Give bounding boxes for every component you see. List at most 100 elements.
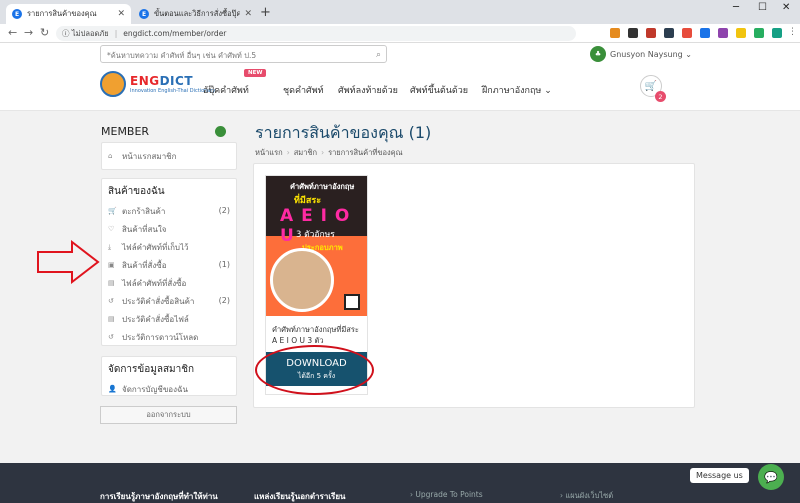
menu-item-practice-english[interactable]: ฝึกภาษาอังกฤษ ⌄ [482, 83, 552, 97]
manage-account-panel: จัดการข้อมูลสมาชิก 👤 จัดการบัญชีของฉัน [101, 356, 237, 396]
annotation-circle [255, 345, 374, 395]
menu-item-prefix-words[interactable]: ศัพท์ขึ้นต้นด้วย [410, 83, 468, 97]
qr-code-icon [344, 294, 360, 310]
close-window-button[interactable]: ✕ [782, 2, 790, 13]
extension-icon[interactable] [610, 28, 620, 38]
user-icon: 👤 [108, 385, 117, 393]
sidebar-item-label: ตะกร้าสินค้า [122, 206, 166, 216]
sidebar-item-label: สินค้าที่สั่งซื้อ [122, 260, 167, 270]
message-us-label[interactable]: Message us [690, 468, 749, 483]
sidebar-item-download-history[interactable]: ↺ ประวัติการดาวน์โหลด [102, 328, 236, 346]
menu-item-bookshelf[interactable]: อัปุ๊คคำศัพท์ [203, 83, 249, 97]
sidebar-item-ordered-products[interactable]: ▣ สินค้าที่สั่งซื้อ (1) [102, 256, 236, 274]
tab-title: รายการสินค้าของคุณ [27, 9, 97, 18]
menu-item-vocab-sets[interactable]: ชุดคำศัพท์ [283, 83, 324, 97]
url-bar[interactable]: ⓘ ไม่ปลอดภัย | engdict.com/member/order [56, 26, 576, 41]
tab-title: ขั้นตอนและวิธีการสั่งซื้อปุ๊ค [154, 9, 241, 18]
site-search-row: *ค้นหาบทความ คำศัพท์ อื่นๆ เช่น คำศัพท์ … [0, 43, 800, 65]
product-name[interactable]: คำศัพท์ภาษาอังกฤษที่มีสระ A E I O U 3 ตั… [272, 324, 364, 346]
cover-line: 3 ตัวอักษร [296, 230, 335, 240]
footer-link-upgrade[interactable]: › Upgrade To Points [410, 490, 483, 499]
new-tab-button[interactable]: + [260, 5, 271, 20]
history-icon: ↺ [108, 297, 114, 305]
extension-icon[interactable] [700, 28, 710, 38]
favicon-icon: E [139, 9, 149, 19]
sidebar-item-label: ประวัติคำสั่งซื้อไฟล์ [122, 314, 189, 324]
chevron-down-icon: ⌄ [682, 49, 693, 59]
sidebar-item-label: ประวัติการดาวน์โหลด [122, 332, 199, 342]
annotation-arrow-icon [37, 240, 100, 284]
chat-bubble-icon[interactable]: 💬 [758, 464, 784, 490]
sidebar-item-saved-files[interactable]: ⤓ ไฟล์คำศัพท์ที่เก็บไว้ [102, 238, 236, 256]
site-search-input[interactable]: *ค้นหาบทความ คำศัพท์ อื่นๆ เช่น คำศัพท์ … [100, 45, 387, 63]
sidebar-item-order-history[interactable]: ↺ ประวัติคำสั่งซื้อสินค้า (2) [102, 292, 236, 310]
extension-icon[interactable] [682, 28, 692, 38]
sidebar-item-member-home[interactable]: ⌂ หน้าแรกสมาชิก [102, 143, 236, 169]
sidebar-item-manage-account[interactable]: 👤 จัดการบัญชีของฉัน [102, 380, 236, 398]
item-count: (2) [218, 296, 230, 305]
bag-icon: ▣ [108, 261, 115, 269]
footer-link-sitemap[interactable]: › แผนผังเว็บไซต์ [560, 490, 613, 502]
member-home-panel: ⌂ หน้าแรกสมาชิก [101, 142, 237, 170]
security-label: ไม่ปลอดภัย [71, 28, 109, 38]
item-count: (2) [218, 206, 230, 215]
browser-tab[interactable]: E ขั้นตอนและวิธีการสั่งซื้อปุ๊ค ✕ [133, 4, 258, 24]
maximize-button[interactable]: ☐ [758, 2, 767, 13]
extension-icon[interactable] [754, 28, 764, 38]
close-tab-icon[interactable]: ✕ [117, 9, 125, 19]
site-logo[interactable]: ENGDICT Innovation English-Thai Dictiona… [100, 71, 215, 97]
logo-mascot-icon [100, 71, 126, 97]
favicon-icon: E [12, 9, 22, 19]
search-placeholder: *ค้นหาบทความ คำศัพท์ อื่นๆ เช่น คำศัพท์ … [107, 51, 257, 60]
close-tab-icon[interactable]: ✕ [244, 9, 252, 19]
sidebar-item-label: ประวัติคำสั่งซื้อสินค้า [122, 296, 195, 306]
sidebar-item-label: หน้าแรกสมาชิก [122, 151, 177, 161]
browser-tab-bar: E รายการสินค้าของคุณ ✕ E ขั้นตอนและวิธีก… [0, 0, 800, 24]
breadcrumb-member[interactable]: สมาชิก [294, 148, 317, 157]
sidebar-item-file-order-history[interactable]: ▤ ประวัติคำสั่งซื้อไฟล์ [102, 310, 236, 328]
user-menu[interactable]: ♣ Gnusyon Naysung ⌄ [590, 46, 692, 62]
user-name: Gnusyon Naysung [610, 49, 683, 59]
download-icon: ⤓ [108, 242, 112, 251]
reload-icon[interactable]: ↻ [40, 26, 49, 39]
chrome-menu-icon[interactable]: ⋮ [788, 27, 797, 37]
address-bar-row: ← → ↻ ⓘ ไม่ปลอดภัย | engdict.com/member/… [0, 24, 800, 43]
info-icon: ⓘ [62, 29, 72, 38]
url-separator: | [114, 29, 118, 38]
panel-title: สินค้าของฉัน [108, 186, 165, 197]
browser-tab-active[interactable]: E รายการสินค้าของคุณ ✕ [6, 4, 131, 24]
sidebar-item-cart[interactable]: 🛒 ตะกร้าสินค้า (2) [102, 202, 236, 220]
sidebar-item-label: ไฟล์คำศัพท์ที่เก็บไว้ [122, 242, 189, 252]
new-badge: NEW [244, 69, 267, 77]
minimize-button[interactable]: ─ [733, 2, 739, 13]
extension-icon[interactable] [628, 28, 638, 38]
url-text: engdict.com/member/order [123, 29, 227, 38]
extension-icon[interactable] [718, 28, 728, 38]
menu-item-suffix-words[interactable]: ศัพท์ลงท้ายด้วย [338, 83, 398, 97]
extension-icon[interactable] [736, 28, 746, 38]
breadcrumb-home[interactable]: หน้าแรก [255, 148, 283, 157]
my-products-panel: สินค้าของฉัน 🛒 ตะกร้าสินค้า (2) ♡ สินค้าที่… [101, 178, 237, 346]
sidebar-item-label: จัดการบัญชีของฉัน [122, 384, 188, 394]
extension-icon[interactable] [664, 28, 674, 38]
sidebar-item-wishlist[interactable]: ♡ สินค้าที่สนใจ [102, 220, 236, 238]
footer-col-learning: การเรียนรู้ภาษาอังกฤษที่ทำให้ท่าน [100, 492, 218, 501]
cover-line: คำศัพท์ภาษาอังกฤษ [290, 182, 355, 191]
sidebar-item-ordered-files[interactable]: ▤ ไฟล์คำศัพท์ที่สั่งซื้อ [102, 274, 236, 292]
member-title: MEMBER [101, 125, 150, 138]
file-icon: ▤ [108, 279, 115, 287]
sidebar-item-label: สินค้าที่สนใจ [122, 224, 167, 234]
extension-icon[interactable] [772, 28, 782, 38]
avatar: ♣ [590, 46, 606, 62]
footer-col-resources: แหล่งเรียนรู้นอกตำราเรียน [254, 492, 346, 501]
panel-title: จัดการข้อมูลสมาชิก [108, 364, 195, 375]
back-icon[interactable]: ← [8, 26, 17, 39]
product-cover-image[interactable]: คำศัพท์ภาษาอังกฤษ ที่มีสระ A E I O U 3 ต… [266, 176, 367, 316]
search-icon[interactable]: ⌕ [376, 50, 381, 60]
extension-icon[interactable] [646, 28, 656, 38]
cart-icon: 🛒 [108, 207, 117, 215]
item-count: (1) [218, 260, 230, 269]
forward-icon[interactable]: → [24, 26, 33, 39]
logout-button[interactable]: ออกจากระบบ [100, 406, 237, 424]
breadcrumb: หน้าแรก › สมาชิก › รายการสินค้าที่ของคุณ [255, 148, 403, 157]
